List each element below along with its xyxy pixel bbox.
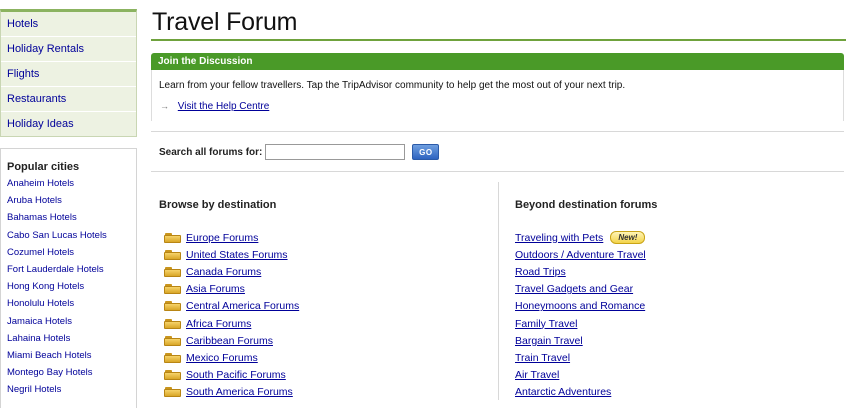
page-title: Travel Forum <box>152 8 298 36</box>
panel-header: Join the Discussion <box>151 53 844 70</box>
intro-text: Learn from your fellow travellers. Tap t… <box>159 80 626 91</box>
forum-link[interactable]: Honeymoons and Romance <box>515 300 645 312</box>
list-item: Canada Forums <box>164 263 299 280</box>
city-link[interactable]: Miami Beach Hotels <box>7 347 136 364</box>
divider <box>151 171 844 172</box>
forum-link[interactable]: Air Travel <box>515 369 559 381</box>
list-item: Air Travel <box>515 367 646 384</box>
column-divider <box>498 182 499 400</box>
forum-link[interactable]: South America Forums <box>186 386 293 398</box>
folder-icon <box>164 318 181 329</box>
forum-link[interactable]: Canada Forums <box>186 266 261 278</box>
folder-icon <box>164 370 181 381</box>
forum-link[interactable]: Travel Gadgets and Gear <box>515 283 633 295</box>
forum-link[interactable]: Africa Forums <box>186 318 251 330</box>
panel-body: Learn from your fellow travellers. Tap t… <box>151 70 844 121</box>
forum-link[interactable]: Europe Forums <box>186 232 258 244</box>
list-item: Central America Forums <box>164 298 299 315</box>
sidebar: Hotels Holiday Rentals Flights Restauran… <box>0 0 137 408</box>
city-link[interactable]: Montego Bay Hotels <box>7 364 136 381</box>
list-item: Family Travel <box>515 315 646 332</box>
forum-link[interactable]: South Pacific Forums <box>186 369 286 381</box>
list-item: South Pacific Forums <box>164 367 299 384</box>
list-item: Outdoors / Adventure Travel <box>515 246 646 263</box>
sidebar-item-holiday-ideas[interactable]: Holiday Ideas <box>1 112 136 136</box>
list-item: Traveling with Pets New! <box>515 229 646 246</box>
list-item: Train Travel <box>515 349 646 366</box>
list-item: Road Trips <box>515 263 646 280</box>
forum-link[interactable]: Train Travel <box>515 352 570 364</box>
folder-icon <box>164 301 181 312</box>
help-row: → Visit the Help Centre <box>152 94 843 121</box>
beyond-heading: Beyond destination forums <box>515 199 658 211</box>
forum-link[interactable]: Family Travel <box>515 318 577 330</box>
search-label: Search all forums for: <box>159 146 263 158</box>
list-item: Travel Gadgets and Gear <box>515 281 646 298</box>
go-button[interactable]: GO <box>412 144 440 160</box>
city-link[interactable]: Jamaica Hotels <box>7 313 136 330</box>
forum-link[interactable]: Bargain Travel <box>515 335 583 347</box>
browse-heading: Browse by destination <box>159 199 277 211</box>
city-link[interactable]: Fort Lauderdale Hotels <box>7 261 136 278</box>
city-link[interactable]: Cabo San Lucas Hotels <box>7 227 136 244</box>
list-item: Honeymoons and Romance <box>515 298 646 315</box>
beyond-list: Traveling with Pets New! Outdoors / Adven… <box>515 229 646 401</box>
forum-link[interactable]: United States Forums <box>186 249 288 261</box>
sidebar-item-holiday-rentals[interactable]: Holiday Rentals <box>1 37 136 62</box>
city-link[interactable]: Anaheim Hotels <box>7 175 136 192</box>
list-item: Asia Forums <box>164 281 299 298</box>
folder-icon <box>164 249 181 260</box>
join-discussion-panel: Join the Discussion Learn from your fell… <box>151 53 844 121</box>
list-item: South America Forums <box>164 384 299 401</box>
folder-icon <box>164 266 181 277</box>
sidebar-item-flights[interactable]: Flights <box>1 62 136 87</box>
sidebar-item-restaurants[interactable]: Restaurants <box>1 87 136 112</box>
folder-icon <box>164 352 181 363</box>
folder-icon <box>164 232 181 243</box>
forum-link[interactable]: Asia Forums <box>186 283 245 295</box>
sidebar-item-hotels[interactable]: Hotels <box>1 12 136 37</box>
list-item: Caribbean Forums <box>164 332 299 349</box>
forum-link[interactable]: Central America Forums <box>186 300 299 312</box>
help-centre-link[interactable]: Visit the Help Centre <box>178 101 270 112</box>
destination-list: Europe Forums United States Forums Canad… <box>164 229 299 401</box>
city-link[interactable]: Aruba Hotels <box>7 192 136 209</box>
title-divider <box>151 39 846 41</box>
city-link[interactable]: Cozumel Hotels <box>7 244 136 261</box>
divider <box>151 131 844 132</box>
forum-link[interactable]: Antarctic Adventures <box>515 386 611 398</box>
forum-link[interactable]: Caribbean Forums <box>186 335 273 347</box>
city-link[interactable]: Lahaina Hotels <box>7 330 136 347</box>
forum-search: Search all forums for: GO <box>159 143 440 161</box>
forum-link[interactable]: Traveling with Pets <box>515 232 603 244</box>
folder-icon <box>164 284 181 295</box>
popular-cities-panel: Popular cities Anaheim Hotels Aruba Hote… <box>0 148 137 408</box>
list-item: Antarctic Adventures <box>515 384 646 401</box>
popular-cities-title: Popular cities <box>7 161 80 173</box>
search-input[interactable] <box>265 144 406 160</box>
city-link[interactable]: Honolulu Hotels <box>7 295 136 312</box>
list-item: Europe Forums <box>164 229 299 246</box>
city-link[interactable]: Hong Kong Hotels <box>7 278 136 295</box>
city-link[interactable]: Bahamas Hotels <box>7 209 136 226</box>
city-link[interactable]: Negril Hotels <box>7 381 136 398</box>
folder-icon <box>164 387 181 398</box>
new-badge: New! <box>610 231 646 245</box>
list-item: Mexico Forums <box>164 349 299 366</box>
folder-icon <box>164 335 181 346</box>
arrow-right-icon: → <box>160 101 169 111</box>
sidebar-nav: Hotels Holiday Rentals Flights Restauran… <box>0 9 137 137</box>
forum-link[interactable]: Road Trips <box>515 266 566 278</box>
forum-link[interactable]: Mexico Forums <box>186 352 258 364</box>
list-item: Bargain Travel <box>515 332 646 349</box>
list-item: Africa Forums <box>164 315 299 332</box>
forum-link[interactable]: Outdoors / Adventure Travel <box>515 249 646 261</box>
list-item: United States Forums <box>164 246 299 263</box>
